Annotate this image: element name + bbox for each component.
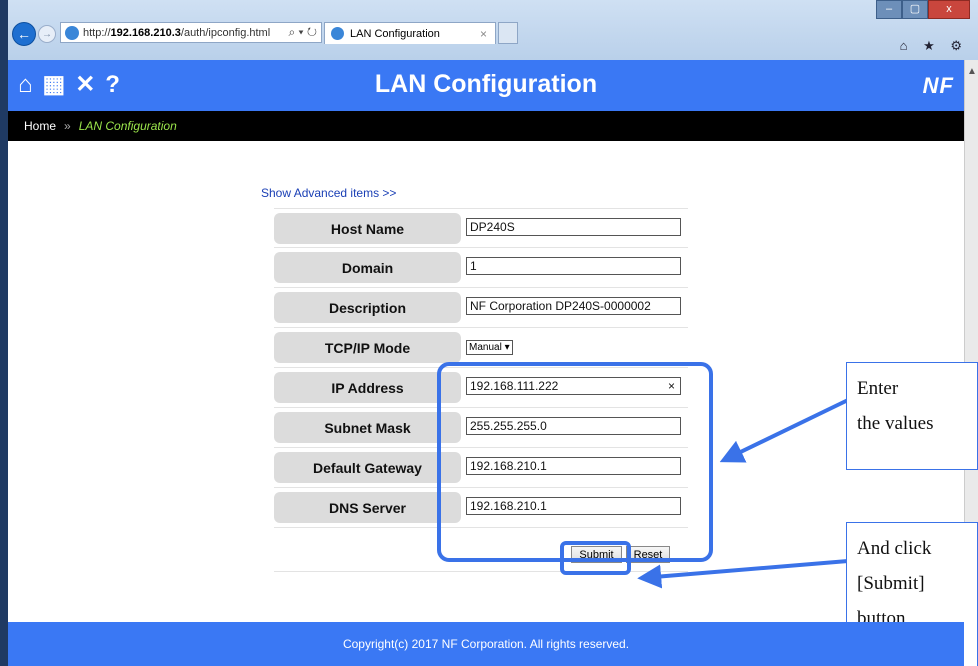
window-border [0, 0, 8, 666]
ip-address-label: IP Address [274, 372, 461, 403]
tab-close-icon[interactable]: × [480, 27, 487, 41]
url-host: 192.168.210.3 [110, 26, 181, 39]
enter-values-callout: Enter the values [846, 362, 978, 470]
callout-enter-line1: Enter [857, 378, 899, 399]
url-path: /auth/ipconfig.html [180, 26, 271, 39]
subnet-mask-label: Subnet Mask [274, 412, 461, 443]
show-advanced-link[interactable]: Show Advanced items >> [261, 186, 396, 200]
nf-logo: NF [922, 73, 954, 98]
page-footer: Copyright(c) 2017 NF Corporation. All ri… [8, 622, 964, 666]
back-button[interactable]: ← [12, 22, 36, 46]
forward-button[interactable]: → [38, 25, 56, 43]
callout-enter-line2: the values [857, 413, 934, 434]
search-refresh-icons[interactable]: ⌕ ▾ ↻ [288, 25, 317, 40]
domain-row: Domain 1 [274, 248, 688, 288]
default-gateway-label: Default Gateway [274, 452, 461, 483]
description-row: Description NF Corporation DP240S-000000… [274, 288, 688, 328]
callout-click-line1: And click [857, 538, 932, 559]
browser-tab[interactable]: LAN Configuration × [324, 22, 496, 44]
host-name-label: Host Name [274, 213, 461, 244]
minimize-button[interactable]: – [876, 0, 902, 19]
chevron-down-icon: ▾ [504, 342, 510, 353]
scroll-up-icon[interactable]: ▲ [967, 66, 977, 77]
submit-highlight-box [560, 541, 631, 575]
domain-input[interactable]: 1 [466, 257, 681, 275]
description-label: Description [274, 292, 461, 323]
home-favorites-settings-icons[interactable]: ⌂ ★ ⚙ [900, 38, 968, 54]
tab-page-icon [331, 27, 344, 40]
breadcrumb-separator: » [64, 119, 71, 133]
host-name-row: Host Name DP240S [274, 208, 688, 248]
tab-title: LAN Configuration [350, 27, 440, 40]
url-prefix: http:// [83, 26, 111, 39]
description-input[interactable]: NF Corporation DP240S-0000002 [466, 297, 681, 315]
tcpip-mode-value: Manual [469, 342, 502, 353]
page-title: LAN Configuration [374, 70, 598, 98]
breadcrumb: Home » LAN Configuration [8, 111, 964, 141]
breadcrumb-home[interactable]: Home [24, 119, 56, 133]
window-controls: – ▢ x [876, 0, 970, 19]
tcpip-mode-label: TCP/IP Mode [274, 332, 461, 363]
maximize-button[interactable]: ▢ [902, 0, 928, 19]
callout-click-line2: [Submit] [857, 573, 925, 594]
new-tab-button[interactable] [498, 22, 518, 44]
domain-label: Domain [274, 252, 461, 283]
host-name-input[interactable]: DP240S [466, 218, 681, 236]
browser-chrome: ← → http://192.168.210.3/auth/ipconfig.h… [0, 0, 978, 60]
address-bar[interactable]: http://192.168.210.3/auth/ipconfig.html … [60, 22, 322, 43]
copyright-text: Copyright(c) 2017 NF Corporation. All ri… [342, 637, 630, 651]
close-window-button[interactable]: x [928, 0, 970, 19]
ie-page-icon [65, 25, 79, 40]
values-highlight-box [437, 362, 713, 562]
breadcrumb-current: LAN Configuration [78, 119, 177, 133]
enter-arrow [719, 398, 849, 463]
dns-server-label: DNS Server [274, 492, 461, 523]
tcpip-mode-select[interactable]: Manual ▾ [466, 340, 513, 355]
app-header: ⌂ ▦ ✕ ? LAN Configuration NF [8, 60, 964, 111]
